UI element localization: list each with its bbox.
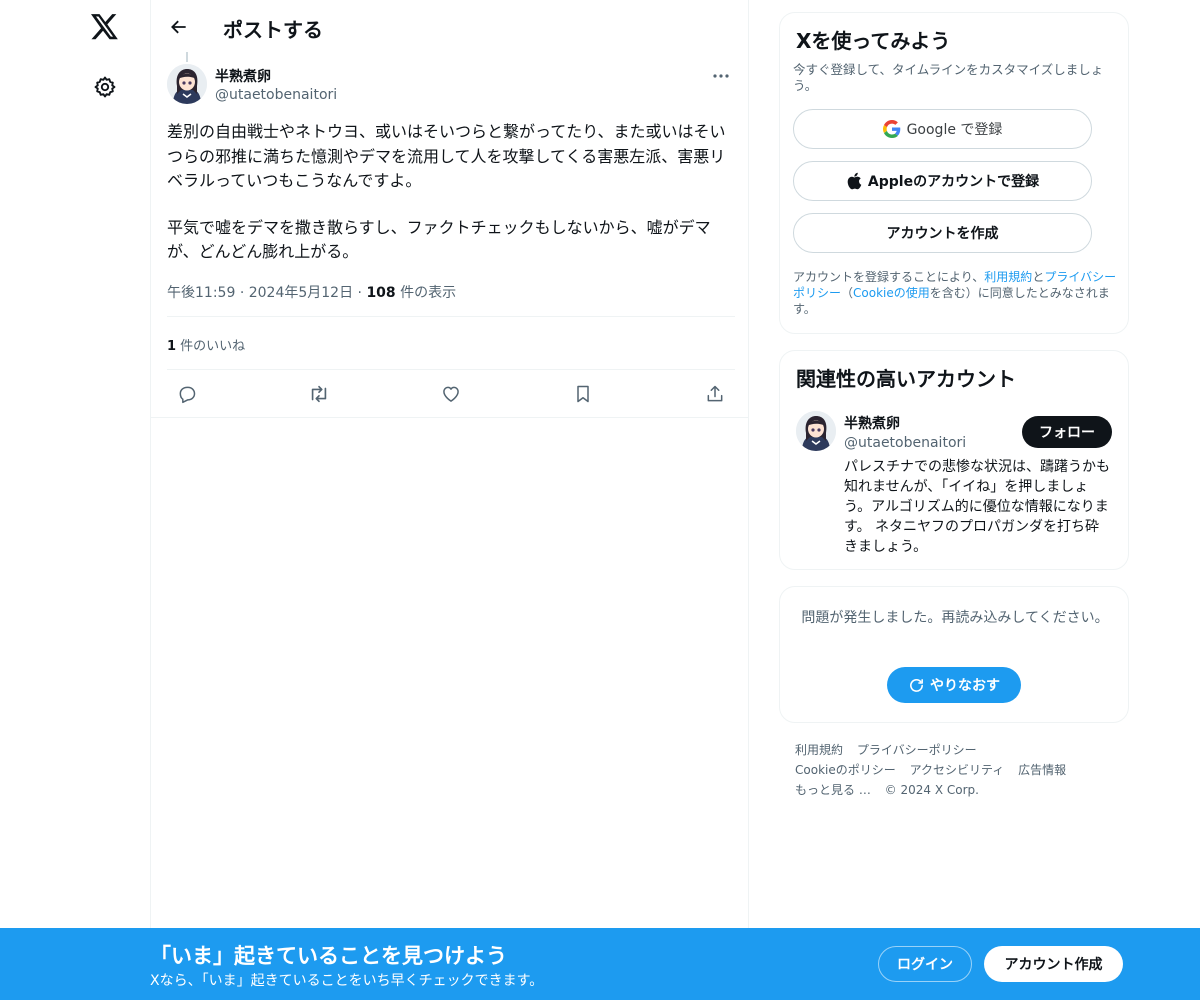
post-time[interactable]: 午後11:59 — [167, 285, 235, 301]
likes-count: 1 — [167, 339, 177, 354]
apple-icon — [847, 172, 862, 190]
login-button[interactable]: ログイン — [878, 946, 972, 982]
error-message: 問題が発生しました。再読み込みしてください。 — [801, 610, 1109, 626]
signup-terms: アカウントを登録することにより、利用規約とプライバシーポリシー（Cookieの使… — [793, 269, 1119, 317]
reply-button[interactable] — [171, 378, 203, 410]
more-options-button[interactable] — [707, 66, 735, 86]
apple-signup-button[interactable]: Appleのアカウントで登録 — [793, 161, 1092, 201]
divider — [151, 417, 748, 418]
author-handle[interactable]: @utaetobenaitori — [215, 87, 337, 103]
banner-create-account-button[interactable]: アカウント作成 — [984, 946, 1123, 982]
main-column: ポストする 半熟煮卵 @utaetobenaitori 差別の自由戦士やネトウヨ… — [150, 0, 749, 1000]
follow-button[interactable]: フォロー — [1022, 416, 1112, 448]
signup-title: Xを使ってみよう — [796, 29, 951, 53]
arrow-left-icon — [171, 20, 186, 34]
post-date[interactable]: 2024年5月12日 — [249, 285, 353, 301]
terms-link[interactable]: 利用規約 — [984, 270, 1032, 284]
google-signup-label: Google で登録 — [906, 122, 1003, 138]
x-logo-icon[interactable] — [88, 10, 122, 44]
create-account-button[interactable]: アカウントを作成 — [793, 213, 1092, 253]
footer-ads-link[interactable]: 広告情報 — [1018, 763, 1066, 777]
post-meta: 午後11:59 · 2024年5月12日 · 108 件の表示 — [167, 282, 456, 302]
views-label: 件の表示 — [395, 285, 457, 301]
footer-more-link[interactable]: もっと見る … — [795, 783, 871, 797]
meta-separator: · — [357, 285, 362, 301]
related-account-name[interactable]: 半熟煮卵 — [844, 413, 900, 433]
left-nav — [0, 0, 150, 1000]
banner-title: 「いま」起きていることを見つけよう — [150, 944, 507, 968]
apple-signup-label: Appleのアカウントで登録 — [867, 174, 1040, 190]
terms-text: アカウントを登録することにより、 — [793, 270, 985, 284]
post-text: 差別の自由戦士やネトウヨ、或いはそいつらと繋がってたり、また或いはそいつらの邪推… — [167, 120, 735, 265]
back-button[interactable] — [163, 11, 195, 43]
google-signup-button[interactable]: Google で登録 — [793, 109, 1092, 149]
related-account-bio: パレスチナでの悲惨な状況は、躊躇うかも知れませんが、「イイね」を押しましょう。ア… — [844, 459, 1110, 555]
banner-subtitle: Xなら、「いま」起きていることをいち早くチェックできます。 — [150, 973, 544, 989]
heart-icon — [443, 386, 459, 402]
footer-privacy-link[interactable]: プライバシーポリシー — [857, 743, 977, 757]
avatar[interactable] — [167, 64, 207, 104]
post-paragraph: 平気で嘘をデマを撒き散らすし、ファクトチェックもしないから、嘘がデマが、どんどん… — [167, 217, 711, 262]
share-icon — [707, 385, 723, 402]
related-title: 関連性の高いアカウント — [796, 367, 1016, 391]
footer-copyright: © 2024 X Corp. — [884, 783, 979, 797]
retry-label: やりなおす — [930, 678, 1000, 694]
footer-accessibility-link[interactable]: アクセシビリティ — [910, 763, 1005, 777]
thread-line — [186, 52, 188, 62]
gear-icon[interactable] — [88, 70, 122, 104]
more-dots-icon — [713, 74, 729, 78]
terms-text: （ — [841, 286, 854, 300]
footer-cookie-link[interactable]: Cookieのポリシー — [795, 763, 896, 777]
share-button[interactable] — [699, 378, 731, 410]
divider — [167, 316, 735, 317]
signup-banner: 「いま」起きていることを見つけよう Xなら、「いま」起きていることをいち早くチェ… — [0, 928, 1200, 1000]
author-name[interactable]: 半熟煮卵 — [215, 66, 271, 86]
terms-text: と — [1032, 270, 1045, 284]
page-title: ポストする — [223, 18, 323, 42]
post-author: 半熟煮卵 @utaetobenaitori — [167, 64, 735, 108]
error-card: 問題が発生しました。再読み込みしてください。 やりなおす — [779, 586, 1129, 723]
likes-label: 件のいいね — [176, 339, 246, 354]
retry-button[interactable]: やりなおす — [887, 667, 1021, 703]
signup-subtitle: 今すぐ登録して、タイムラインをカスタマイズしましょう。 — [793, 62, 1104, 93]
post-paragraph: 差別の自由戦士やネトウヨ、或いはそいつらと繋がってたり、また或いはそいつらの邪推… — [167, 122, 726, 190]
related-account-handle[interactable]: @utaetobenaitori — [844, 435, 966, 451]
divider — [167, 369, 735, 370]
like-button[interactable] — [435, 378, 467, 410]
avatar[interactable] — [796, 411, 836, 451]
cookie-link[interactable]: Cookieの使用 — [853, 286, 930, 300]
repost-icon — [311, 385, 327, 403]
views-count: 108 — [366, 285, 396, 301]
footer-terms-link[interactable]: 利用規約 — [795, 743, 843, 757]
related-accounts-card: 関連性の高いアカウント 半熟煮卵 @utaetobenaitori フォロー パ… — [779, 350, 1129, 570]
bookmark-button[interactable] — [567, 378, 599, 410]
repost-button[interactable] — [303, 378, 335, 410]
refresh-icon — [910, 678, 923, 692]
post-actions — [167, 378, 735, 410]
footer-links: 利用規約 プライバシーポリシー Cookieのポリシー アクセシビリティ 広告情… — [795, 740, 1125, 800]
post-header: ポストする — [151, 0, 748, 54]
bookmark-icon — [577, 385, 589, 403]
signup-card: Xを使ってみよう 今すぐ登録して、タイムラインをカスタマイズしましょう。 Goo… — [779, 12, 1129, 334]
create-account-label: アカウントを作成 — [886, 226, 999, 242]
reply-icon — [179, 386, 196, 404]
likes-row[interactable]: 1 件のいいね — [167, 335, 245, 354]
meta-separator: · — [239, 285, 245, 301]
google-icon — [882, 120, 900, 138]
